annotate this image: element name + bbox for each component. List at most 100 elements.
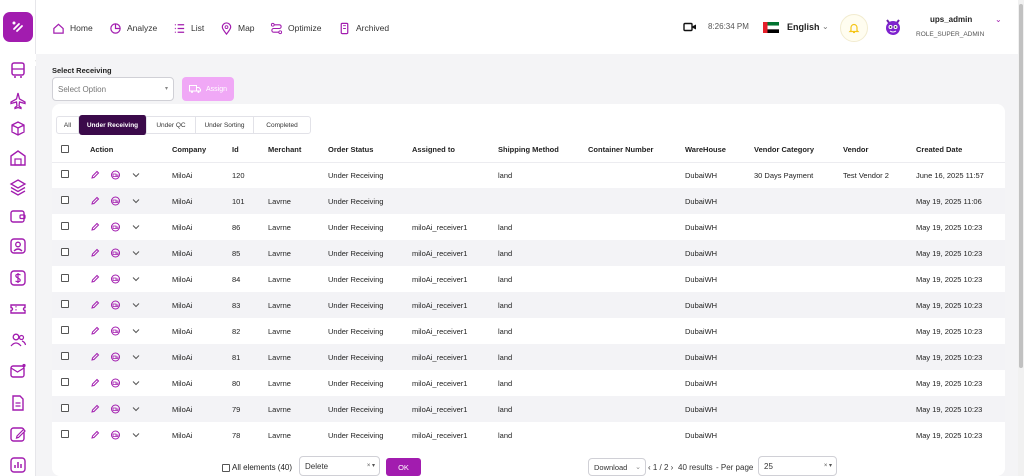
table-row[interactable]: MiloAi 83 Lavrne Under Receiving miloAi_rece… xyxy=(52,292,1005,318)
bus-icon[interactable] xyxy=(8,60,28,80)
col-header-created-date[interactable]: Created Date xyxy=(916,138,1005,163)
chart-icon[interactable] xyxy=(8,455,28,475)
table-row[interactable]: MiloAi 78 Lavrne Under Receiving miloAi_rece… xyxy=(52,422,1005,448)
col-header-merchant[interactable]: Merchant xyxy=(268,138,328,163)
edit-icon[interactable] xyxy=(90,430,100,440)
truck-icon[interactable] xyxy=(110,222,121,232)
chevron-down-icon[interactable] xyxy=(131,170,141,180)
truck-icon[interactable] xyxy=(110,300,121,310)
chevron-down-icon[interactable] xyxy=(131,300,141,310)
tab-under-qc[interactable]: Under QC xyxy=(147,117,196,133)
document-icon[interactable] xyxy=(8,393,28,413)
table-row[interactable]: MiloAi 80 Lavrne Under Receiving miloAi_rece… xyxy=(52,370,1005,396)
select-all-checkbox[interactable] xyxy=(61,144,69,153)
col-header-vendor-category[interactable]: Vendor Category xyxy=(754,138,843,163)
pagination[interactable]: ‹ 1 / 2 › xyxy=(648,463,673,472)
table-row[interactable]: MiloAi 120 Under Receiving land DubaiWH 30 Da… xyxy=(52,162,1005,188)
edit-icon[interactable] xyxy=(90,378,100,388)
truck-icon[interactable] xyxy=(110,248,121,258)
nav-archived[interactable]: Archived xyxy=(338,20,389,36)
page-scrollbar-thumb[interactable] xyxy=(1019,4,1023,368)
chevron-down-icon[interactable] xyxy=(131,430,141,440)
nav-home[interactable]: Home xyxy=(52,20,93,36)
col-header-id[interactable]: Id xyxy=(232,138,268,163)
chevron-down-icon[interactable] xyxy=(131,196,141,206)
edit-icon[interactable] xyxy=(90,196,100,206)
plane-icon[interactable] xyxy=(8,91,28,111)
language-selector[interactable]: English xyxy=(787,22,820,32)
table-row[interactable]: MiloAi 82 Lavrne Under Receiving miloAi_rece… xyxy=(52,318,1005,344)
tab-all[interactable]: All xyxy=(57,117,79,133)
chevron-down-icon[interactable] xyxy=(131,326,141,336)
row-checkbox[interactable] xyxy=(61,430,69,438)
row-checkbox[interactable] xyxy=(61,404,69,412)
box-icon[interactable] xyxy=(8,118,28,138)
app-logo[interactable] xyxy=(3,12,33,42)
row-checkbox[interactable] xyxy=(61,326,69,334)
truck-icon[interactable] xyxy=(110,430,121,440)
truck-icon[interactable] xyxy=(110,170,121,180)
edit-icon[interactable] xyxy=(90,170,100,180)
table-row[interactable]: MiloAi 81 Lavrne Under Receiving miloAi_rece… xyxy=(52,344,1005,370)
chevron-down-icon[interactable] xyxy=(131,222,141,232)
tab-under-receiving[interactable]: Under Receiving xyxy=(79,115,147,135)
layers-icon[interactable] xyxy=(8,177,28,197)
table-row[interactable]: MiloAi 86 Lavrne Under Receiving miloAi_rece… xyxy=(52,214,1005,240)
tab-under-sorting[interactable]: Under Sorting xyxy=(196,117,254,133)
edit-icon[interactable] xyxy=(90,274,100,284)
row-checkbox[interactable] xyxy=(61,170,69,179)
mail-icon[interactable] xyxy=(8,361,28,381)
warehouse-icon[interactable] xyxy=(8,148,28,168)
col-header-container-number[interactable]: Container Number xyxy=(588,138,685,163)
col-header-warehouse[interactable]: WareHouse xyxy=(685,138,754,163)
assign-button[interactable]: Assign xyxy=(182,77,234,101)
edit-icon[interactable] xyxy=(90,222,100,232)
row-checkbox[interactable] xyxy=(61,274,69,282)
edit-icon[interactable] xyxy=(90,404,100,414)
notifications-button[interactable] xyxy=(840,14,868,42)
users-icon[interactable] xyxy=(8,330,28,350)
col-header-order-status[interactable]: Order Status xyxy=(328,138,412,163)
truck-icon[interactable] xyxy=(110,378,121,388)
chevron-down-icon[interactable] xyxy=(131,404,141,414)
row-checkbox[interactable] xyxy=(61,248,69,256)
per-page-select[interactable]: 25 × ▾ xyxy=(758,456,837,476)
truck-icon[interactable] xyxy=(110,326,121,336)
col-header-shipping-method[interactable]: Shipping Method xyxy=(498,138,588,163)
truck-icon[interactable] xyxy=(110,196,121,206)
bulk-action-select[interactable]: Delete × ▾ xyxy=(299,456,380,476)
col-header-assigned-to[interactable]: Assigned to xyxy=(412,138,498,163)
wallet-icon[interactable] xyxy=(8,206,28,226)
row-checkbox[interactable] xyxy=(61,196,69,204)
avatar[interactable] xyxy=(882,16,904,38)
chevron-down-icon[interactable] xyxy=(131,352,141,362)
row-checkbox[interactable] xyxy=(61,300,69,308)
edit-icon[interactable] xyxy=(90,352,100,362)
table-row[interactable]: MiloAi 85 Lavrne Under Receiving miloAi_rece… xyxy=(52,240,1005,266)
chevron-down-icon[interactable]: ⌄ xyxy=(822,22,829,31)
chevron-down-icon[interactable] xyxy=(131,378,141,388)
chevron-down-icon[interactable] xyxy=(131,274,141,284)
row-checkbox[interactable] xyxy=(61,222,69,230)
user-icon[interactable] xyxy=(8,236,28,256)
download-select[interactable]: Download ⌄ xyxy=(588,458,646,476)
ok-button[interactable]: OK xyxy=(386,458,421,476)
dollar-icon[interactable] xyxy=(8,268,28,288)
receiving-select[interactable]: Select Option ▾ xyxy=(52,77,174,101)
tab-completed[interactable]: Completed xyxy=(254,117,310,133)
edit-icon[interactable] xyxy=(90,300,100,310)
all-elements-selector[interactable]: All elements (40) xyxy=(222,463,292,472)
all-elements-checkbox[interactable] xyxy=(222,463,230,472)
edit-icon[interactable] xyxy=(8,424,28,444)
nav-map[interactable]: Map xyxy=(220,20,255,36)
user-menu-chevron-icon[interactable]: ⌄ xyxy=(995,15,1002,24)
edit-icon[interactable] xyxy=(90,248,100,258)
chevron-down-icon[interactable] xyxy=(131,248,141,258)
ticket-icon[interactable] xyxy=(8,299,28,319)
truck-icon[interactable] xyxy=(110,352,121,362)
table-row[interactable]: MiloAi 101 Lavrne Under Receiving DubaiWH May… xyxy=(52,188,1005,214)
nav-optimize[interactable]: Optimize xyxy=(270,20,322,36)
nav-list[interactable]: List xyxy=(173,20,204,36)
truck-icon[interactable] xyxy=(110,404,121,414)
col-header-company[interactable]: Company xyxy=(172,138,232,163)
